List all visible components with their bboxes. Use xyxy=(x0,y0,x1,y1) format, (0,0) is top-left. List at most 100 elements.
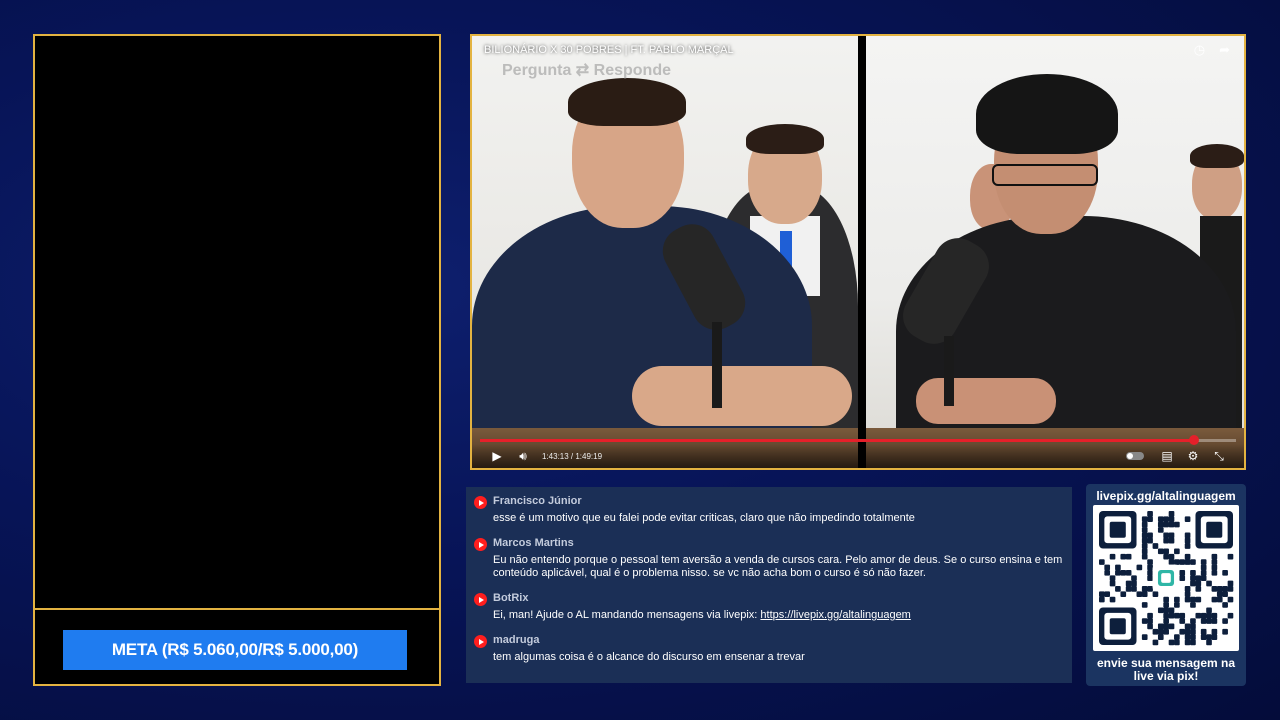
qr-module xyxy=(1227,586,1234,592)
qr-module xyxy=(1206,639,1212,646)
live-chat[interactable]: Francisco Júnior esse é um motivo que eu… xyxy=(466,487,1072,683)
qr-module xyxy=(1109,521,1126,538)
qr-module xyxy=(1115,569,1121,576)
qr-module xyxy=(1163,623,1169,630)
qr-module xyxy=(1099,559,1105,565)
video-progress-bar[interactable] xyxy=(480,435,1236,445)
qr-module xyxy=(1104,591,1111,598)
qr-module xyxy=(1174,559,1180,565)
qr-module xyxy=(1157,516,1164,523)
captions-icon[interactable]: ▤ xyxy=(1154,449,1180,463)
qr-module xyxy=(1109,596,1116,603)
qr-module xyxy=(1168,639,1175,646)
play-icon[interactable]: ▶ xyxy=(484,449,510,463)
qr-module xyxy=(1184,623,1191,630)
video-scene-right xyxy=(866,36,1244,468)
qr-module xyxy=(1163,602,1169,608)
qr-module xyxy=(1179,559,1186,565)
qr-module xyxy=(1109,618,1126,635)
qr-module xyxy=(1157,521,1164,528)
qr-module xyxy=(1168,623,1175,630)
qr-module xyxy=(1141,586,1148,592)
qr-module xyxy=(1163,553,1169,560)
qr-module xyxy=(1099,596,1105,603)
livepix-url: livepix.gg/altalinguagem xyxy=(1096,489,1236,503)
qr-module xyxy=(1227,596,1234,603)
qr-module xyxy=(1211,553,1218,560)
qr-module xyxy=(1163,596,1169,603)
qr-module xyxy=(1190,596,1196,603)
qr-module xyxy=(1152,543,1159,549)
qr-module xyxy=(1174,521,1180,528)
qr-module xyxy=(1152,591,1159,598)
chat-author: Marcos Martins xyxy=(493,537,574,549)
exit-fullscreen-icon[interactable]: ⤡ xyxy=(1206,449,1232,464)
qr-module xyxy=(1141,527,1148,533)
qr-module xyxy=(1147,532,1153,539)
qr-module xyxy=(1141,532,1148,539)
share-icon[interactable]: ➦ xyxy=(1219,42,1230,58)
qr-module xyxy=(1190,639,1196,646)
chat-text: esse é um motivo que eu falei pode evita… xyxy=(493,512,915,524)
qr-module xyxy=(1174,548,1180,555)
chat-message: Marcos Martins Eu não entendo porque o p… xyxy=(474,537,1064,580)
qr-module xyxy=(1157,548,1164,555)
qr-module xyxy=(1104,569,1111,576)
guest-hand xyxy=(916,378,1056,424)
qr-module xyxy=(1168,516,1175,523)
chat-text-container: Ei, man! Ajude o AL mandando mensagens v… xyxy=(493,609,1064,622)
video-split-divider xyxy=(858,36,866,468)
qr-module xyxy=(1141,591,1148,598)
mic-stand-left xyxy=(712,322,722,408)
qr-module xyxy=(1222,602,1228,608)
youtube-icon xyxy=(474,538,487,551)
qr-module xyxy=(1184,634,1191,640)
clock-icon[interactable]: ◷ xyxy=(1194,42,1205,58)
qr-module xyxy=(1222,586,1228,592)
qr-module xyxy=(1227,553,1234,560)
qr-module xyxy=(1163,532,1169,539)
qr-module xyxy=(1147,511,1153,517)
qr-module xyxy=(1222,569,1228,576)
qr-module xyxy=(1184,559,1191,565)
qr-module xyxy=(1206,607,1212,614)
video-time: 1:43:13 / 1:49:19 xyxy=(542,451,603,461)
qr-module xyxy=(1211,559,1218,565)
qr-module xyxy=(1115,586,1121,592)
chat-text: Ei, man! Ajude o AL mandando mensagens v… xyxy=(493,609,761,621)
qr-module xyxy=(1163,516,1169,523)
qr-module xyxy=(1163,607,1169,614)
qr-module xyxy=(1131,580,1137,587)
qr-module xyxy=(1147,623,1153,630)
qr-module xyxy=(1147,586,1153,592)
qr-module xyxy=(1141,543,1148,549)
qr-module xyxy=(1206,634,1212,640)
qr-module xyxy=(1200,628,1207,635)
qr-module xyxy=(1141,548,1148,555)
qr-module xyxy=(1136,591,1143,598)
qr-module xyxy=(1136,564,1143,571)
qr-module xyxy=(1222,628,1228,635)
qr-module xyxy=(1099,591,1105,598)
qr-module xyxy=(1163,618,1169,624)
chat-link[interactable]: https://livepix.gg/altalinguagem xyxy=(760,609,910,621)
qr-module xyxy=(1190,580,1196,587)
gear-icon[interactable]: ⚙ xyxy=(1180,449,1206,463)
autoplay-toggle[interactable] xyxy=(1126,452,1144,460)
qr-module xyxy=(1141,618,1148,624)
qr-module xyxy=(1227,580,1234,587)
volume-icon[interactable]: 🔊︎ xyxy=(510,449,536,464)
qr-module xyxy=(1141,521,1148,528)
chat-author: BotRix xyxy=(493,592,529,604)
qr-module xyxy=(1206,521,1223,538)
qr-module xyxy=(1190,559,1196,565)
qr-module xyxy=(1125,580,1132,587)
qr-module xyxy=(1109,575,1116,581)
qr-module xyxy=(1184,591,1191,598)
qr-module xyxy=(1120,553,1127,560)
qr-module xyxy=(1211,628,1218,635)
qr-module xyxy=(1174,602,1180,608)
webcam-panel: META (R$ 5.060,00/R$ 5.000,00) xyxy=(33,34,441,686)
video-player[interactable]: BILIONÁRIO X 30 POBRES | FT. PABLO MARÇA… xyxy=(470,34,1246,470)
qr-module xyxy=(1163,537,1169,544)
